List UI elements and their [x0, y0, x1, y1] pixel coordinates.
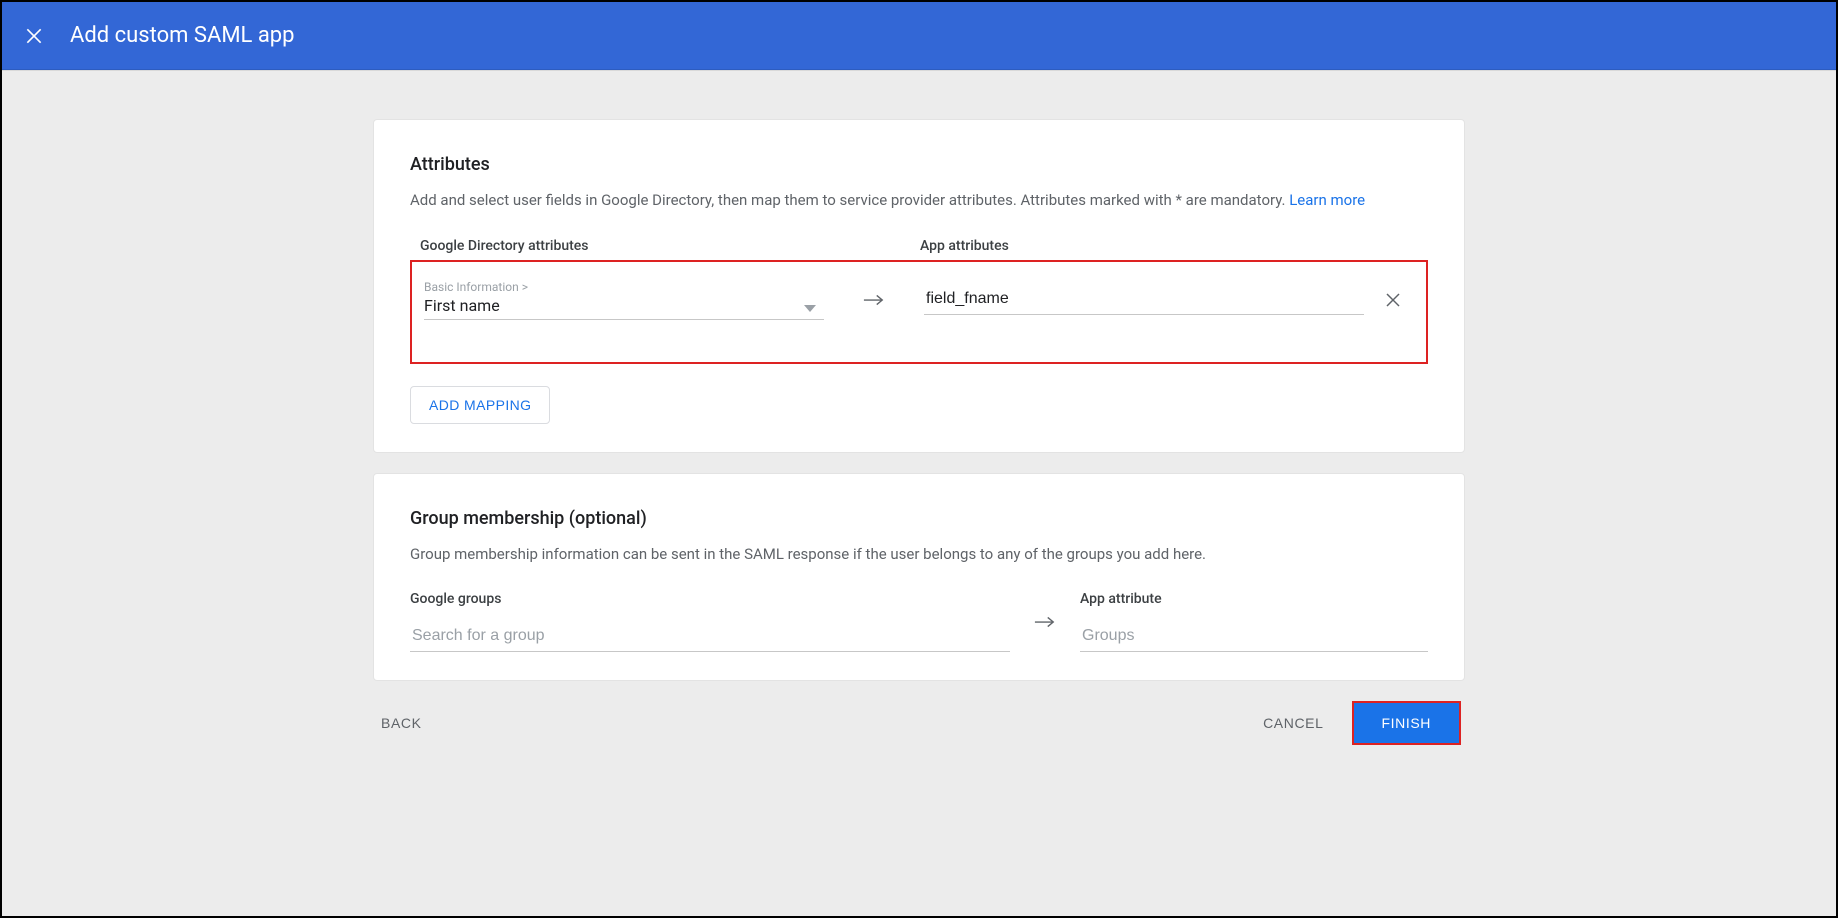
group-heading: Group membership (optional)	[410, 508, 1428, 529]
attribute-column-headers: Google Directory attributes App attribut…	[410, 238, 1428, 254]
arrow-right-icon	[824, 293, 924, 307]
col-google-directory: Google Directory attributes	[410, 238, 830, 254]
chevron-down-icon	[804, 298, 816, 317]
select-breadcrumb: Basic Information >	[424, 280, 824, 294]
page-title: Add custom SAML app	[70, 23, 295, 48]
finish-button[interactable]: FINISH	[1354, 703, 1460, 743]
arrow-right-icon	[1010, 615, 1080, 629]
attributes-heading: Attributes	[410, 154, 1428, 175]
wizard-footer: BACK CANCEL FINISH	[373, 701, 1465, 745]
attributes-description: Add and select user fields in Google Dir…	[410, 189, 1428, 212]
group-search-input[interactable]	[410, 621, 1010, 652]
select-value: First name	[424, 296, 824, 315]
group-description: Group membership information can be sent…	[410, 543, 1428, 566]
mapping-highlight: Basic Information > First name	[410, 260, 1428, 364]
group-membership-card: Group membership (optional) Group member…	[373, 473, 1465, 682]
group-row: Google groups App attribute	[410, 591, 1428, 652]
remove-mapping-button[interactable]	[1372, 291, 1414, 309]
learn-more-link[interactable]: Learn more	[1289, 191, 1365, 209]
attributes-card: Attributes Add and select user fields in…	[373, 119, 1465, 453]
col-google-groups: Google groups	[410, 591, 1010, 607]
group-app-attribute-input[interactable]	[1080, 621, 1428, 652]
cancel-button[interactable]: CANCEL	[1259, 705, 1327, 741]
google-directory-select[interactable]: Basic Information > First name	[424, 280, 824, 320]
close-icon[interactable]	[20, 22, 48, 50]
add-mapping-button[interactable]: ADD MAPPING	[410, 386, 550, 424]
app-attribute-field[interactable]	[924, 284, 1364, 315]
col-app-attributes: App attributes	[920, 238, 1428, 254]
col-app-attribute: App attribute	[1080, 591, 1428, 607]
finish-highlight: FINISH	[1352, 701, 1462, 745]
workspace: Attributes Add and select user fields in…	[2, 70, 1836, 916]
app-header: Add custom SAML app	[2, 2, 1836, 70]
back-button[interactable]: BACK	[377, 705, 426, 741]
app-attribute-input[interactable]	[924, 284, 1364, 315]
mapping-row: Basic Information > First name	[424, 280, 1414, 320]
